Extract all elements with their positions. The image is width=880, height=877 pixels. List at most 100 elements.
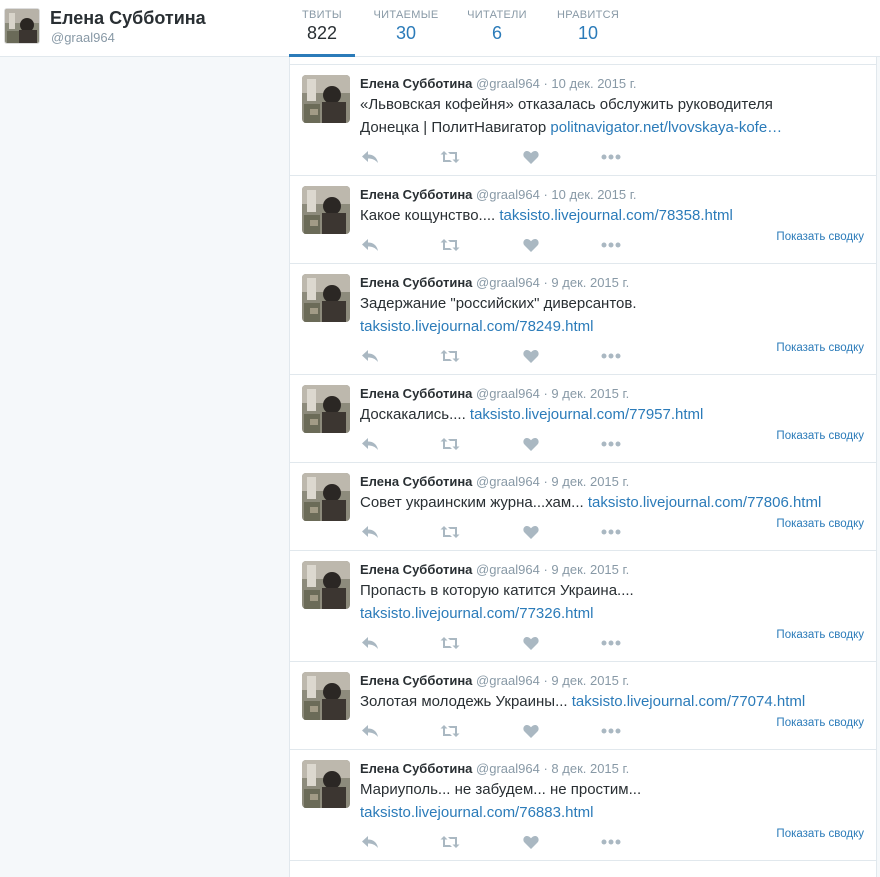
like-button[interactable] (521, 149, 541, 165)
show-summary-link[interactable]: Показать сводку (776, 518, 864, 530)
retweet-button[interactable] (440, 834, 460, 850)
tweet-link[interactable]: taksisto.livejournal.com/77326.html (360, 605, 593, 622)
tweet-author-handle[interactable]: @graal964 (476, 761, 540, 776)
tweet-link[interactable]: taksisto.livejournal.com/76883.html (360, 804, 593, 821)
retweet-button[interactable] (440, 436, 460, 452)
stat-tweets[interactable]: ТВИТЫ 822 (289, 9, 355, 57)
stat-value: 6 (491, 23, 502, 43)
more-button[interactable] (601, 635, 621, 651)
retweet-icon (440, 438, 460, 450)
tweet-avatar[interactable] (302, 75, 350, 123)
tweet-timestamp[interactable]: 9 дек. 2015 г. (551, 562, 629, 577)
tweet-timestamp[interactable]: 10 дек. 2015 г. (551, 76, 636, 91)
more-button[interactable] (601, 237, 621, 253)
show-summary-link[interactable]: Показать сводку (776, 430, 864, 442)
tweet-text-line: taksisto.livejournal.com/78249.html (360, 315, 864, 338)
tweet-author-name[interactable]: Елена Субботина (360, 187, 472, 202)
tweet-text-span: Доскакались.... (360, 406, 470, 423)
tweet-link[interactable]: politnavigator.net/lvovskaya-kofe… (550, 119, 782, 136)
reply-button[interactable] (360, 436, 380, 452)
stat-followers[interactable]: ЧИТАТЕЛИ 6 (466, 9, 528, 44)
like-button[interactable] (521, 348, 541, 364)
like-button[interactable] (521, 635, 541, 651)
tweet-author-name[interactable]: Елена Субботина (360, 673, 472, 688)
more-button[interactable] (601, 723, 621, 739)
like-button[interactable] (521, 237, 541, 253)
more-button[interactable] (601, 524, 621, 540)
retweet-button[interactable] (440, 524, 460, 540)
reply-button[interactable] (360, 635, 380, 651)
like-button[interactable] (521, 436, 541, 452)
tweet-author-handle[interactable]: @graal964 (476, 76, 540, 91)
tweet[interactable]: Елена Субботина @graal964 · 10 дек. 2015… (290, 176, 876, 264)
tweet-timestamp[interactable]: 9 дек. 2015 г. (551, 386, 629, 401)
tweet-avatar[interactable] (302, 672, 350, 720)
retweet-button[interactable] (440, 237, 460, 253)
tweet-timestamp[interactable]: 8 дек. 2015 г. (551, 761, 629, 776)
like-button[interactable] (521, 723, 541, 739)
tweet-timestamp[interactable]: 10 дек. 2015 г. (551, 187, 636, 202)
tweet-text: Золотая молодежь Украины... taksisto.liv… (360, 690, 864, 713)
reply-button[interactable] (360, 348, 380, 364)
tweet-link[interactable]: taksisto.livejournal.com/77957.html (470, 406, 703, 423)
stat-following[interactable]: ЧИТАЕМЫЕ 30 (373, 9, 439, 44)
tweet-avatar[interactable] (302, 186, 350, 234)
tweet-author-name[interactable]: Елена Субботина (360, 386, 472, 401)
tweet-avatar[interactable] (302, 561, 350, 609)
tweet-author-name[interactable]: Елена Субботина (360, 562, 472, 577)
tweet-author-name[interactable]: Елена Субботина (360, 275, 472, 290)
tweet[interactable]: Елена Субботина @graal964 · 9 дек. 2015 … (290, 662, 876, 750)
reply-button[interactable] (360, 723, 380, 739)
more-button[interactable] (601, 149, 621, 165)
reply-button[interactable] (360, 149, 380, 165)
tweet-link[interactable]: taksisto.livejournal.com/78358.html (499, 207, 732, 224)
tweet-author-handle[interactable]: @graal964 (476, 562, 540, 577)
tweet-author-handle[interactable]: @graal964 (476, 187, 540, 202)
reply-button[interactable] (360, 834, 380, 850)
reply-button[interactable] (360, 524, 380, 540)
profile-avatar[interactable] (4, 8, 40, 44)
reply-button[interactable] (360, 237, 380, 253)
tweet-avatar[interactable] (302, 385, 350, 433)
like-button[interactable] (521, 834, 541, 850)
tweet-link[interactable]: taksisto.livejournal.com/77806.html (588, 494, 821, 511)
tweet-timestamp[interactable]: 9 дек. 2015 г. (551, 474, 629, 489)
tweet-text-span: «Львовская кофейня» отказалась обслужить… (360, 96, 773, 113)
tweet-timestamp[interactable]: 9 дек. 2015 г. (551, 275, 629, 290)
tweet-author-name[interactable]: Елена Субботина (360, 761, 472, 776)
tweet[interactable]: Елена Субботина @graal964 · 9 дек. 2015 … (290, 463, 876, 551)
more-button[interactable] (601, 348, 621, 364)
tweet-avatar[interactable] (302, 473, 350, 521)
tweet[interactable]: Елена Субботина @graal964 · 9 дек. 2015 … (290, 551, 876, 662)
tweet-link[interactable]: taksisto.livejournal.com/77074.html (572, 693, 805, 710)
tweet[interactable]: Елена Субботина @graal964 · 10 дек. 2015… (290, 65, 876, 176)
retweet-icon (440, 239, 460, 251)
retweet-button[interactable] (440, 348, 460, 364)
more-button[interactable] (601, 834, 621, 850)
profile-name[interactable]: Елена Субботина (50, 8, 206, 29)
tweet-link[interactable]: taksisto.livejournal.com/78249.html (360, 318, 593, 335)
tweet-avatar[interactable] (302, 274, 350, 322)
tweet-author-handle[interactable]: @graal964 (476, 673, 540, 688)
show-summary-link[interactable]: Показать сводку (776, 717, 864, 729)
more-button[interactable] (601, 436, 621, 452)
tweet[interactable]: Елена Субботина @graal964 · 9 дек. 2015 … (290, 375, 876, 463)
show-summary-link[interactable]: Показать сводку (776, 231, 864, 243)
tweet-timestamp[interactable]: 9 дек. 2015 г. (551, 673, 629, 688)
tweet-avatar[interactable] (302, 760, 350, 808)
show-summary-link[interactable]: Показать сводку (776, 828, 864, 840)
retweet-button[interactable] (440, 149, 460, 165)
retweet-button[interactable] (440, 635, 460, 651)
retweet-button[interactable] (440, 723, 460, 739)
tweet-author-handle[interactable]: @graal964 (476, 275, 540, 290)
tweet-author-handle[interactable]: @graal964 (476, 386, 540, 401)
show-summary-link[interactable]: Показать сводку (776, 629, 864, 641)
tweet-author-name[interactable]: Елена Субботина (360, 474, 472, 489)
show-summary-link[interactable]: Показать сводку (776, 342, 864, 354)
tweet[interactable]: Елена Субботина @graal964 · 8 дек. 2015 … (290, 750, 876, 861)
tweet-author-handle[interactable]: @graal964 (476, 474, 540, 489)
tweet[interactable]: Елена Субботина @graal964 · 9 дек. 2015 … (290, 264, 876, 375)
stat-likes[interactable]: НРАВИТСЯ 10 (557, 9, 619, 44)
like-button[interactable] (521, 524, 541, 540)
tweet-author-name[interactable]: Елена Субботина (360, 76, 472, 91)
